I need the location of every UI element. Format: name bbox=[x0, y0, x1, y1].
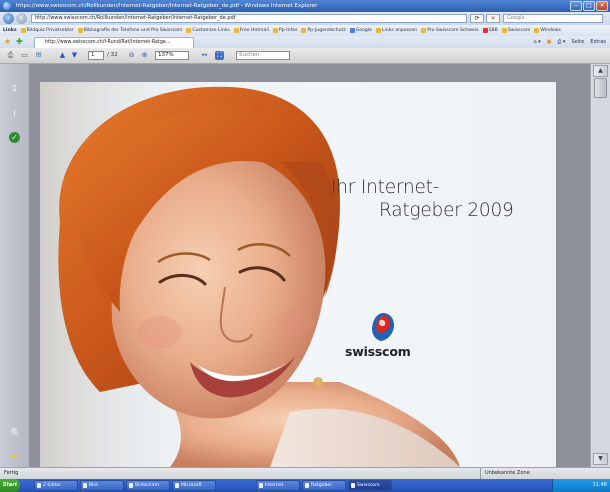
save-icon[interactable]: ▭ bbox=[20, 51, 29, 60]
refresh-button[interactable]: ⟳ bbox=[470, 14, 484, 23]
link-icon bbox=[375, 28, 381, 33]
security-zone: Unbekannte Zone bbox=[480, 468, 530, 479]
fit-width-icon[interactable]: ↔ bbox=[200, 51, 209, 60]
status-text: Fertig bbox=[4, 470, 19, 476]
window-controls: – □ × bbox=[570, 1, 608, 11]
attachment-clip-icon[interactable]: 🖇 bbox=[9, 426, 20, 437]
vertical-scrollbar[interactable]: ▲ ▼ bbox=[590, 64, 610, 467]
page-down-icon[interactable]: ▼ bbox=[70, 51, 79, 60]
page-total: / 32 bbox=[107, 52, 118, 58]
link-item[interactable]: Google bbox=[349, 28, 372, 33]
pdf-search-input[interactable]: Suchen bbox=[236, 51, 290, 60]
link-item[interactable]: Free Hotmail bbox=[233, 28, 269, 33]
link-icon bbox=[501, 28, 507, 33]
pdf-navigation-pane: ▯ ⌇ ✓ 🖇 ▰ bbox=[0, 64, 30, 467]
scroll-thumb[interactable] bbox=[594, 78, 607, 98]
address-toolbar: ‹ › http://www.swisscom.ch/Rollkunden/In… bbox=[0, 12, 610, 25]
pdf-document-area: Ihr Internet- Ratgeber 2009 swisscom bbox=[30, 64, 590, 467]
system-tray: 11:48 bbox=[552, 479, 610, 492]
stop-button[interactable]: ✕ bbox=[486, 14, 500, 23]
windows-taskbar: Start 2 Editor Bild Bildschirm Microsoft… bbox=[0, 479, 610, 492]
home-icon[interactable]: ⌂ ▾ bbox=[533, 38, 540, 46]
link-item[interactable]: Links anpassen bbox=[375, 28, 417, 33]
swisscom-logo-icon bbox=[372, 313, 394, 341]
email-icon[interactable]: ✉ bbox=[34, 51, 43, 60]
zoom-select[interactable]: 137% bbox=[155, 51, 189, 60]
print-icon[interactable]: ⎙ bbox=[6, 51, 15, 60]
cover-title-line2: Ratgeber 2009 bbox=[379, 200, 514, 221]
link-icon bbox=[77, 28, 83, 33]
window-title: https://www.swisscom.ch/Rollkunden/Inter… bbox=[15, 3, 318, 9]
forward-button[interactable]: › bbox=[16, 13, 27, 24]
minimize-button[interactable]: – bbox=[570, 1, 582, 11]
command-bar: ⌂ ▾ ▣ ⎙ ▾ Seite Extras bbox=[533, 38, 606, 46]
search-input[interactable]: Google bbox=[503, 14, 603, 23]
signature-icon[interactable]: ✓ bbox=[9, 132, 20, 143]
zoom-in-icon[interactable]: ⊕ bbox=[140, 51, 149, 60]
tab-label: http://www.swisscom.ch/f-Rund/Rat/Intern… bbox=[45, 40, 171, 45]
window-title-bar: https://www.swisscom.ch/Rollkunden/Inter… bbox=[0, 0, 610, 12]
maximize-button[interactable]: □ bbox=[583, 1, 595, 11]
brand-name: swisscom bbox=[345, 344, 411, 359]
link-item[interactable]: Pro Swisscom Schweiz bbox=[421, 28, 479, 33]
link-item[interactable]: SBB bbox=[482, 28, 498, 33]
link-item[interactable]: Pp-Jugendschutz bbox=[301, 28, 346, 33]
feeds-icon[interactable]: ▣ bbox=[547, 38, 552, 46]
tab-pdf-document[interactable]: http://www.swisscom.ch/f-Rund/Rat/Intern… bbox=[34, 37, 194, 48]
taskbar-item[interactable]: Bild bbox=[80, 480, 124, 491]
taskbar-item[interactable]: Internet bbox=[256, 480, 300, 491]
link-icon bbox=[301, 28, 307, 33]
address-input[interactable]: http://www.swisscom.ch/Rollkunden/Intern… bbox=[31, 14, 467, 23]
print-icon[interactable]: ⎙ ▾ bbox=[557, 38, 565, 46]
pdf-toolbar: ⎙ ▭ ✉ ▲ ▼ 1 / 32 ⊖ ⊕ 137% ↔ ⛶ Suchen bbox=[0, 48, 610, 64]
zoom-out-icon[interactable]: ⊖ bbox=[127, 51, 136, 60]
add-favorites-icon[interactable]: ✚ bbox=[16, 38, 24, 46]
fit-page-icon[interactable]: ⛶ bbox=[215, 51, 224, 60]
command-page[interactable]: Seite bbox=[572, 38, 585, 46]
link-icon bbox=[20, 28, 26, 33]
link-item[interactable]: Windows bbox=[534, 28, 561, 33]
command-extras[interactable]: Extras bbox=[590, 38, 606, 46]
link-item[interactable]: Swisscom bbox=[501, 28, 530, 33]
tray-clock: 11:48 bbox=[592, 482, 607, 488]
link-item[interactable]: Customize Links bbox=[186, 28, 230, 33]
pdf-cover-page: Ihr Internet- Ratgeber 2009 swisscom bbox=[40, 82, 556, 467]
taskbar-item[interactable]: Microsoft bbox=[172, 480, 216, 491]
link-item[interactable]: Bildquiz Privatsektor bbox=[20, 28, 74, 33]
favorites-star-icon[interactable]: ★ bbox=[4, 38, 12, 46]
link-item[interactable]: Bibliografie der Telefone und Pro Swissc… bbox=[77, 28, 182, 33]
ie-logo-icon bbox=[3, 2, 11, 10]
page-up-icon[interactable]: ▲ bbox=[58, 51, 67, 60]
link-icon bbox=[534, 28, 540, 33]
comments-icon[interactable]: ▰ bbox=[9, 450, 20, 461]
start-button[interactable]: Start bbox=[0, 479, 20, 492]
taskbar-item[interactable]: Ratgeber bbox=[302, 480, 346, 491]
links-label: Links bbox=[3, 28, 17, 33]
link-icon bbox=[233, 28, 239, 33]
link-icon bbox=[272, 28, 278, 33]
taskbar-item[interactable]: Bildschirm bbox=[126, 480, 170, 491]
scroll-up-button[interactable]: ▲ bbox=[593, 65, 608, 77]
cover-photo-woman bbox=[40, 82, 460, 467]
back-button[interactable]: ‹ bbox=[3, 13, 14, 24]
link-item[interactable]: Pp-Infos bbox=[272, 28, 297, 33]
cover-title-line1: Ihr Internet- bbox=[331, 177, 440, 198]
attachments-icon[interactable]: ⌇ bbox=[9, 108, 20, 119]
link-icon bbox=[186, 28, 192, 33]
pages-icon[interactable]: ▯ bbox=[9, 82, 20, 93]
sbb-icon bbox=[482, 28, 488, 33]
taskbar-item[interactable]: 2 Editor bbox=[34, 480, 78, 491]
page-number-input[interactable]: 1 bbox=[88, 51, 104, 60]
scroll-down-button[interactable]: ▼ bbox=[593, 453, 608, 465]
close-button[interactable]: × bbox=[596, 1, 608, 11]
google-icon bbox=[349, 28, 355, 33]
taskbar-item-active[interactable]: Swisscom bbox=[348, 480, 392, 491]
link-icon bbox=[421, 28, 427, 33]
tab-bar: ★ ✚ http://www.swisscom.ch/f-Rund/Rat/In… bbox=[0, 36, 610, 48]
